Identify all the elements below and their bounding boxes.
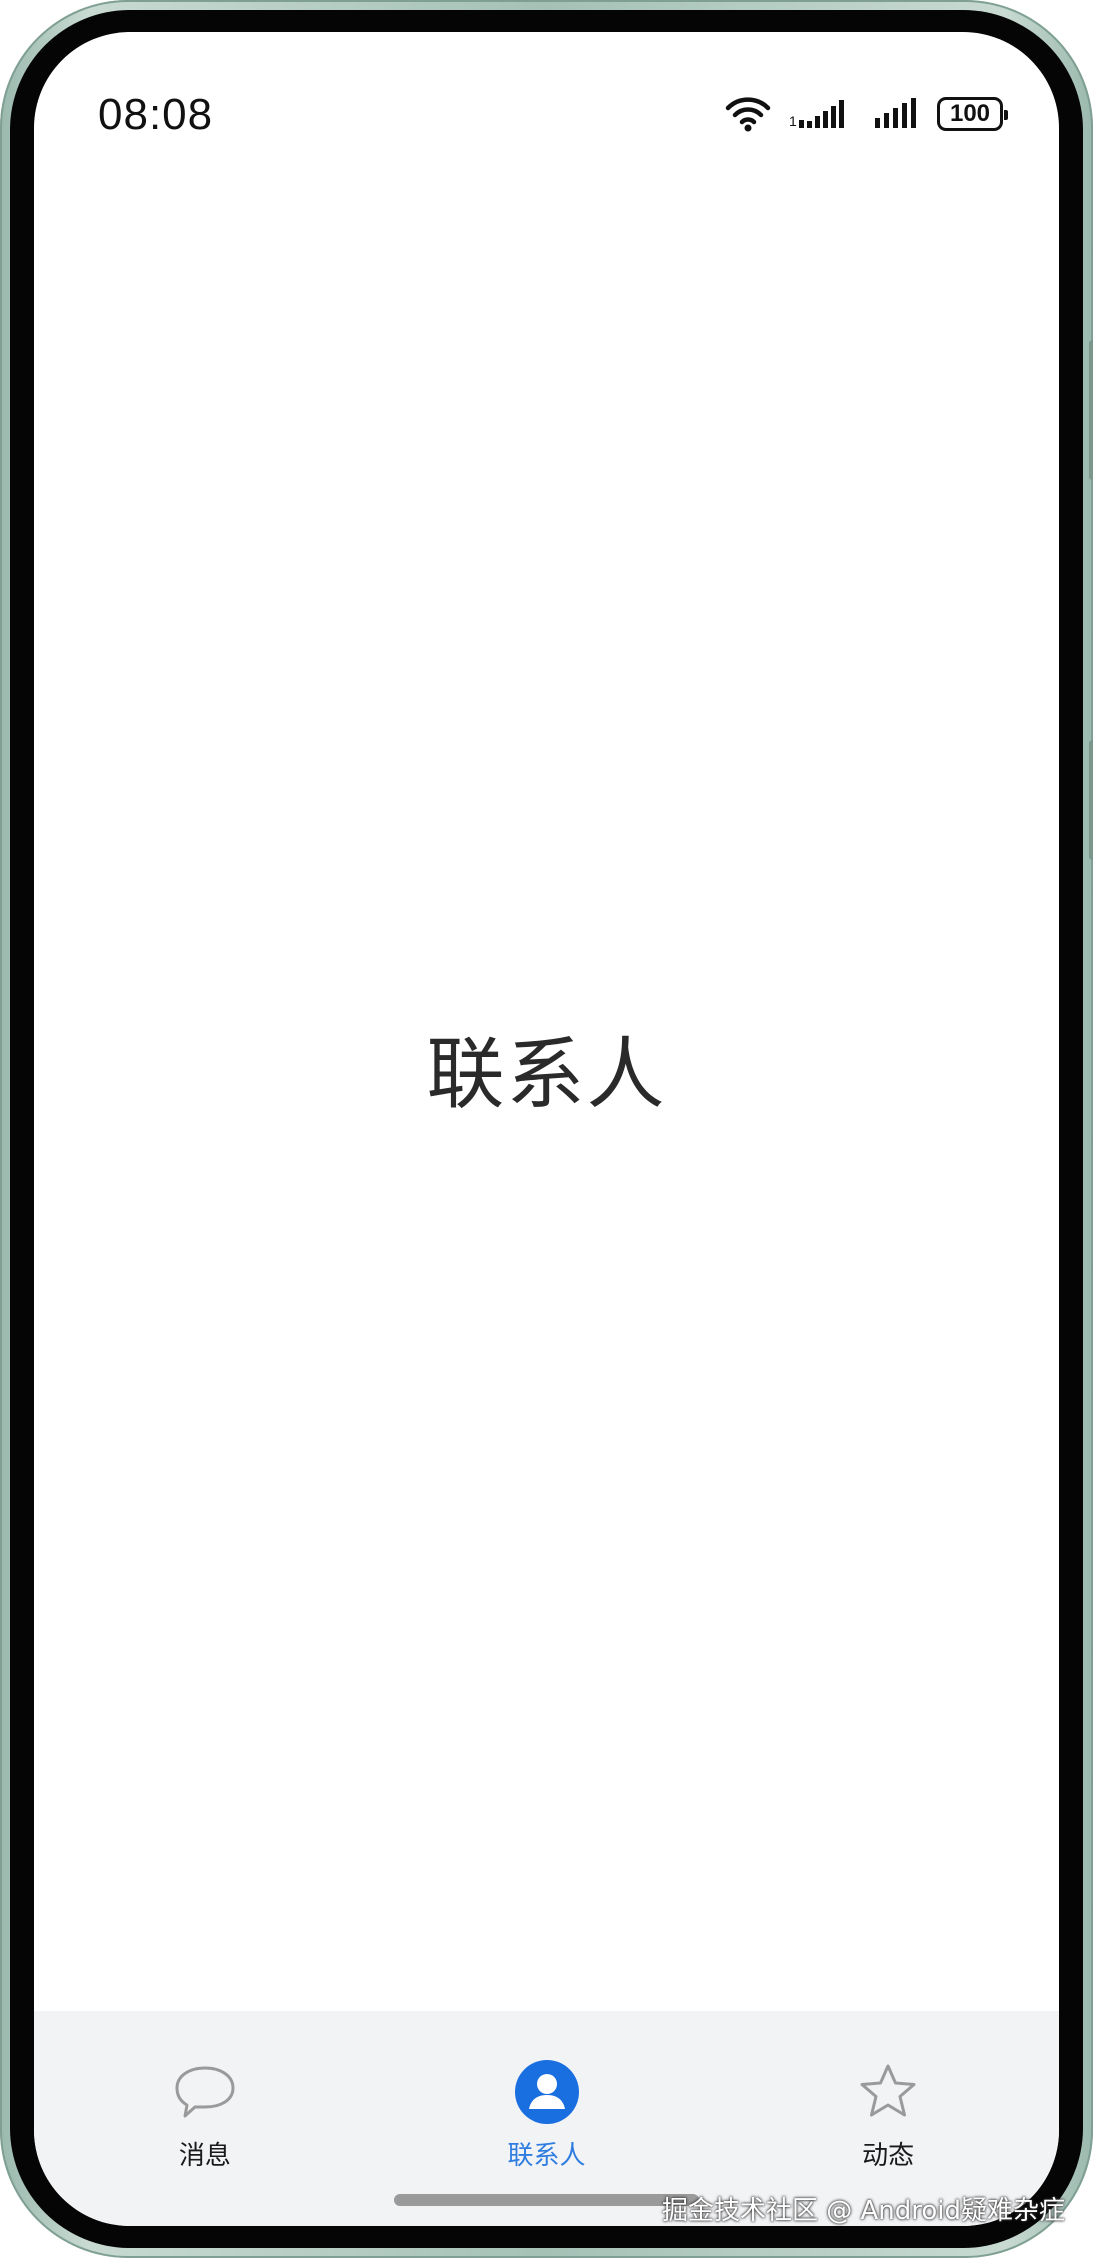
status-bar: 08:08 1 100	[34, 32, 1059, 152]
home-indicator[interactable]	[394, 2194, 699, 2206]
battery-level: 100	[949, 100, 991, 127]
battery-icon: 100	[937, 97, 1008, 131]
phone-frame: 08:08 1 100 联系人 消息 联系人 动态 掘金技术社区 @ Andro…	[0, 0, 1093, 2258]
contact-person-icon	[514, 2059, 580, 2125]
signal-icon-sim1: 1	[789, 96, 855, 132]
star-icon	[855, 2059, 921, 2125]
signal-icon-sim2	[873, 96, 919, 132]
status-icons: 1 100	[725, 94, 1008, 134]
volume-button	[1089, 340, 1093, 480]
page-title: 联系人	[426, 1030, 667, 1120]
chat-bubble-icon	[172, 2059, 238, 2125]
status-time: 08:08	[98, 90, 214, 139]
tab-moments-label: 动态	[862, 2141, 915, 2171]
screen: 08:08 1 100 联系人 消息 联系人 动态	[34, 32, 1059, 2226]
tab-messages[interactable]: 消息	[34, 2011, 376, 2226]
svg-text:1: 1	[789, 113, 797, 129]
watermark: 掘金技术社区 @ Android疑难杂症	[661, 2196, 1065, 2226]
power-button	[1089, 740, 1093, 860]
tab-messages-label: 消息	[178, 2141, 231, 2171]
wifi-icon	[725, 96, 771, 132]
tab-contacts-label: 联系人	[507, 2141, 586, 2171]
